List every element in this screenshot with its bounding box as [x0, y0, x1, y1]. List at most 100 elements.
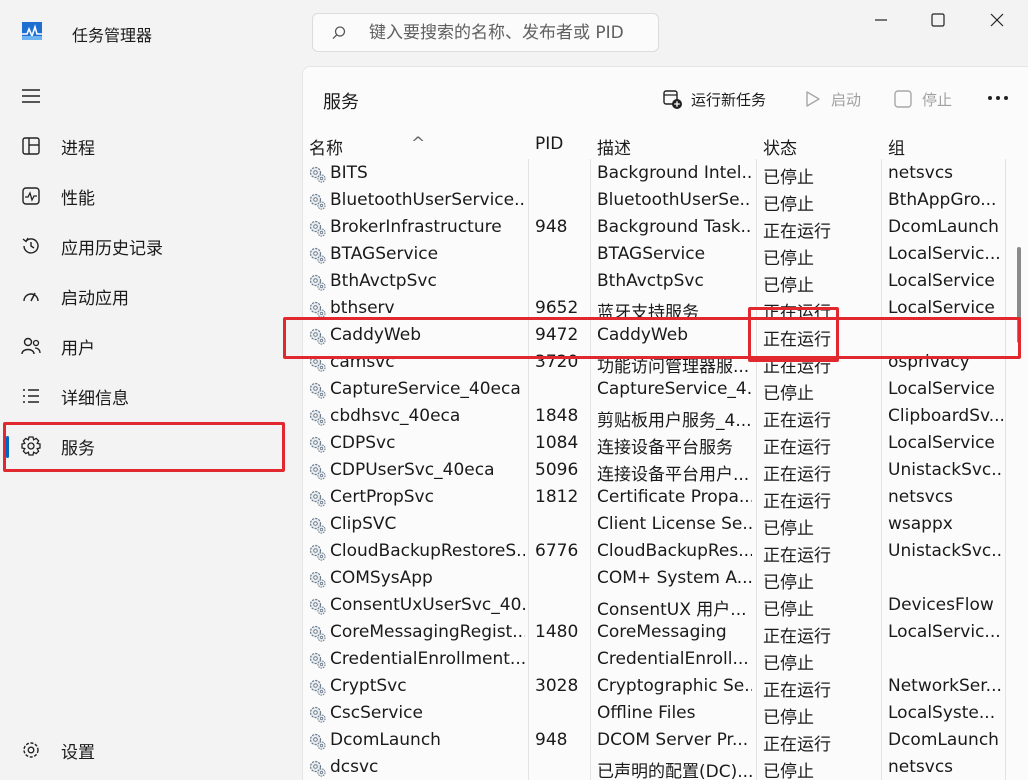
service-description: Background Task... — [597, 217, 752, 237]
sidebar-item-processes[interactable]: 进程 — [0, 122, 288, 168]
table-header: ^ 名称 PID 描述 状态 组 — [303, 131, 1028, 159]
table-row[interactable]: ClipSVC Client License Se... 已停止 wsappx — [303, 512, 1028, 539]
stop-label: 停止 — [922, 90, 953, 109]
service-name: dcsvc — [330, 757, 379, 777]
service-description: BluetoothUserSe... — [597, 190, 752, 210]
service-group: LocalSyste... — [888, 703, 996, 723]
service-name: BluetoothUserService... — [330, 190, 525, 210]
service-group: UnistackSvc... — [888, 460, 1003, 480]
run-new-task-icon — [663, 90, 682, 109]
sidebar-item-label: 启动应用 — [61, 289, 129, 309]
table-row[interactable]: cbdhsvc_40eca 1848 剪贴板用户服务_4... 正在运行 Clipboa… — [303, 404, 1028, 431]
service-group: ClipboardSv... — [888, 406, 1003, 426]
service-status: 已停止 — [763, 600, 814, 620]
service-gear-icon — [309, 409, 326, 426]
sidebar-item-app-history[interactable]: 应用历史记录 — [0, 222, 288, 268]
service-group: NetworkSer... — [888, 676, 1002, 696]
minimize-button[interactable] — [861, 8, 901, 32]
service-group: UnistackSvc... — [888, 541, 1003, 561]
table-row[interactable]: CDPSvc 1084 连接设备平台服务 正在运行 LocalService — [303, 431, 1028, 458]
service-gear-icon — [309, 436, 326, 453]
service-status: 正在运行 — [763, 465, 831, 485]
service-gear-icon — [309, 490, 326, 507]
table-row[interactable]: CscService Offline Files 已停止 LocalSyste... — [303, 701, 1028, 728]
service-description: 连接设备平台服务 — [597, 438, 733, 458]
service-status: 已停止 — [763, 654, 814, 674]
service-status: 正在运行 — [763, 492, 831, 512]
app-history-icon — [22, 237, 39, 254]
search-icon — [332, 26, 346, 40]
service-group: LocalServic... — [888, 622, 1001, 642]
services-panel: 服务 运行新任务 启动 停止 ^ 名称 PID 描述 状态 组 BITS Bac… — [302, 66, 1028, 780]
task-manager-logo-icon — [22, 22, 42, 40]
close-button[interactable] — [977, 8, 1017, 32]
column-header-group[interactable]: 组 — [888, 134, 905, 159]
service-group: LocalService — [888, 379, 995, 399]
table-row[interactable]: CoreMessagingRegist... 1480 CoreMessaging 正… — [303, 620, 1028, 647]
service-description: DCOM Server Pr... — [597, 730, 749, 750]
table-row[interactable]: dcsvc 已声明的配置(DC)... 已停止 netsvcs — [303, 755, 1028, 780]
more-options-icon[interactable] — [987, 95, 1009, 101]
table-row[interactable]: COMSysApp COM+ System A... 已停止 — [303, 566, 1028, 593]
search-box[interactable] — [312, 13, 659, 52]
table-row[interactable]: CDPUserSvc_40eca 5096 连接设备平台用户... 正在运行 Unist… — [303, 458, 1028, 485]
service-name: BTAGService — [330, 244, 439, 264]
active-indicator — [6, 436, 9, 458]
service-description: 已声明的配置(DC)... — [597, 762, 752, 780]
column-header-description[interactable]: 描述 — [597, 134, 631, 159]
table-row[interactable]: CredentialEnrollment... CredentialEnroll.… — [303, 647, 1028, 674]
column-header-name[interactable]: 名称 — [309, 134, 343, 159]
sidebar-item-users[interactable]: 用户 — [0, 322, 288, 368]
service-group: wsappx — [888, 514, 953, 534]
maximize-button[interactable] — [918, 8, 958, 32]
table-row[interactable]: BITS Background Intel... 已停止 netsvcs — [303, 161, 1028, 188]
service-gear-icon — [309, 193, 326, 210]
table-row[interactable]: CryptSvc 3028 Cryptographic Se... 正在运行 Netwo… — [303, 674, 1028, 701]
sidebar-item-label: 进程 — [61, 139, 95, 159]
service-status: 正在运行 — [763, 735, 831, 755]
service-status: 已停止 — [763, 168, 814, 188]
column-header-pid[interactable]: PID — [535, 134, 563, 154]
hamburger-menu-icon[interactable] — [20, 87, 42, 105]
table-row[interactable]: BluetoothUserService... BluetoothUserSe..… — [303, 188, 1028, 215]
service-description: Background Intel... — [597, 163, 752, 183]
column-header-status[interactable]: 状态 — [763, 134, 797, 159]
start-label: 启动 — [831, 90, 862, 109]
service-gear-icon — [309, 679, 326, 696]
table-row[interactable]: BTAGService BTAGService 已停止 LocalServic... — [303, 242, 1028, 269]
service-name: CloudBackupRestoreS... — [330, 541, 525, 561]
page-title: 服务 — [323, 92, 359, 113]
table-row[interactable]: BthAvctpSvc BthAvctpSvc 已停止 LocalService — [303, 269, 1028, 296]
sidebar-item-label: 详细信息 — [61, 389, 129, 409]
table-row[interactable]: CertPropSvc 1812 Certificate Propa... 正在运行 n… — [303, 485, 1028, 512]
service-name: CoreMessagingRegist... — [330, 622, 525, 642]
service-status: 已停止 — [763, 762, 814, 780]
table-row[interactable]: DcomLaunch 948 DCOM Server Pr... 正在运行 DcomLa… — [303, 728, 1028, 755]
table-row[interactable]: BrokerInfrastructure 948 Background Task..… — [303, 215, 1028, 242]
service-name: bthserv — [330, 298, 395, 318]
run-new-task-button[interactable]: 运行新任务 — [661, 87, 766, 111]
service-group: DevicesFlow — [888, 595, 994, 615]
service-description: CaptureService_4... — [597, 379, 752, 399]
table-row[interactable]: CloudBackupRestoreS... 6776 CloudBackupRes… — [303, 539, 1028, 566]
table-row[interactable]: ConsentUxUserSvc_40... ConsentUX 用户... 已停止… — [303, 593, 1028, 620]
service-description: CoreMessaging — [597, 622, 727, 642]
sidebar-item-startup-apps[interactable]: 启动应用 — [0, 272, 288, 318]
search-input[interactable] — [369, 14, 649, 51]
service-gear-icon — [309, 733, 326, 750]
sidebar-item-details[interactable]: 详细信息 — [0, 372, 288, 418]
start-button[interactable]: 启动 — [801, 87, 861, 111]
table-row[interactable]: CaptureService_40eca CaptureService_4... 已… — [303, 377, 1028, 404]
service-name: ConsentUxUserSvc_40... — [330, 595, 525, 615]
service-status: 已停止 — [763, 276, 814, 296]
service-status: 已停止 — [763, 195, 814, 215]
service-gear-icon — [309, 598, 326, 615]
service-gear-icon — [309, 274, 326, 291]
service-description: BTAGService — [597, 244, 706, 264]
sidebar-item-settings[interactable]: 设置 — [0, 726, 288, 772]
sidebar-item-label: 性能 — [61, 189, 95, 209]
service-status: 正在运行 — [763, 438, 831, 458]
stop-button[interactable]: 停止 — [892, 87, 952, 111]
sidebar-item-performance[interactable]: 性能 — [0, 172, 288, 218]
service-description: ConsentUX 用户... — [597, 600, 747, 620]
